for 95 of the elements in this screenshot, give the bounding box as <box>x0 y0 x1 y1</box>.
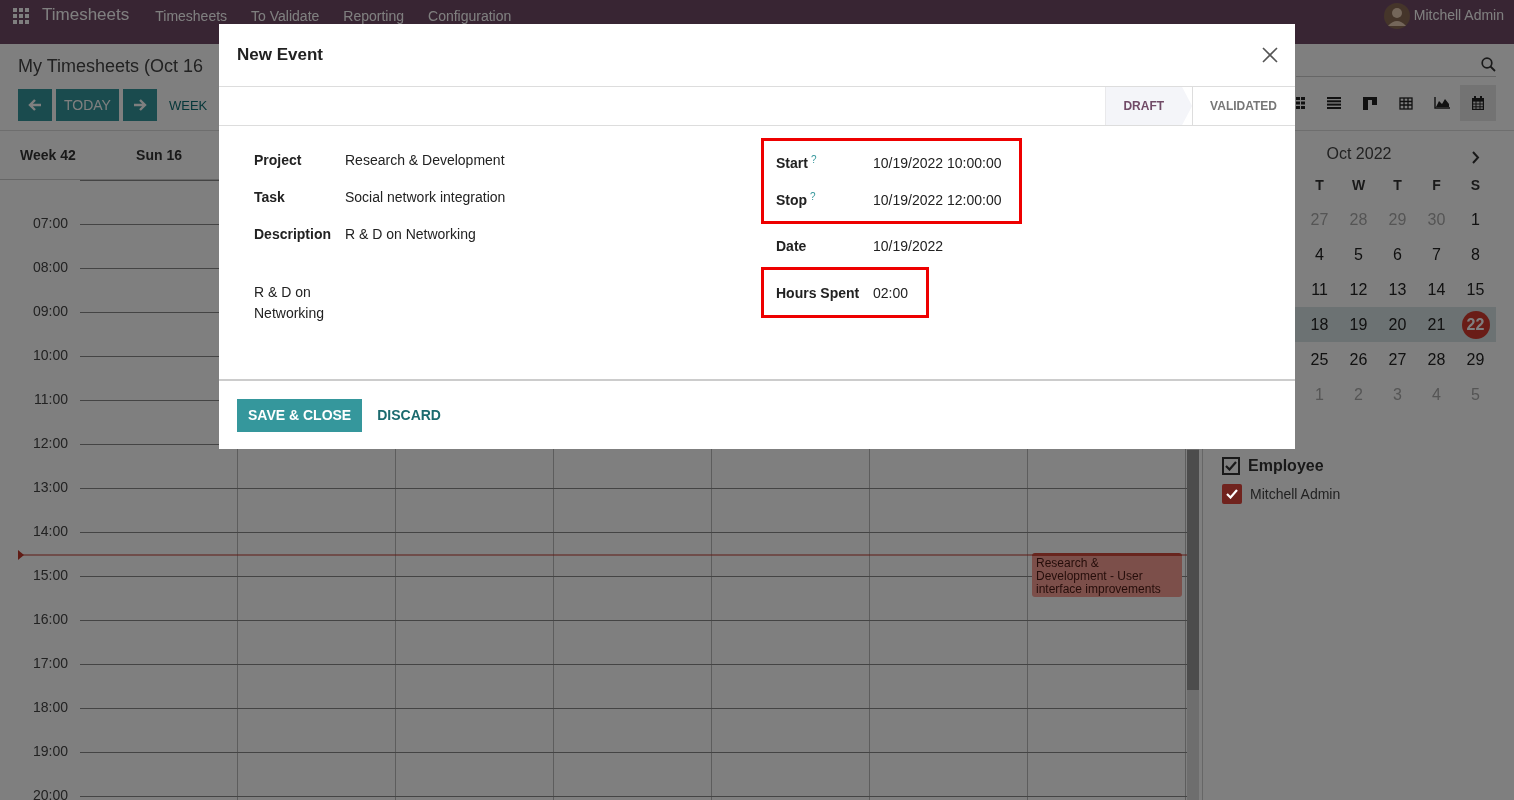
calendar-day[interactable]: 7 <box>1422 240 1451 269</box>
hour-label: 12:00 <box>32 435 68 451</box>
next-month-icon[interactable] <box>1471 151 1480 164</box>
hour-label: 08:00 <box>32 259 68 275</box>
month-title: Oct 2022 <box>1326 145 1392 162</box>
area-chart-icon <box>1434 97 1450 109</box>
weekday-label: W <box>1350 175 1367 195</box>
weekday-label: T <box>1392 175 1403 195</box>
scale-dropdown[interactable]: WEEK <box>164 97 212 113</box>
hour-label: 14:00 <box>32 523 68 539</box>
search-icon[interactable] <box>1481 56 1496 72</box>
hour-label: 15:00 <box>32 567 68 583</box>
calendar-day[interactable]: 6 <box>1383 240 1412 269</box>
weekday-label: T <box>1314 175 1325 195</box>
field-label: Date <box>776 237 807 254</box>
calendar-day[interactable]: 25 <box>1305 345 1334 374</box>
calendar-day[interactable]: 28 <box>1422 345 1451 374</box>
filter-item[interactable]: Mitchell Admin <box>1250 486 1341 502</box>
help-tooltip-mark[interactable]: ? <box>810 154 817 165</box>
page-title: My Timesheets (Oct 16 <box>18 55 205 78</box>
calendar-day[interactable]: 14 <box>1422 275 1451 304</box>
hour-label: 07:00 <box>32 215 68 231</box>
description-text: R & D on Networking <box>254 283 326 323</box>
left-arrow-icon <box>28 98 42 112</box>
day-header: Sun 16 <box>136 147 182 163</box>
calendar-day[interactable]: 12 <box>1344 275 1373 304</box>
calendar-day[interactable]: 19 <box>1344 310 1373 339</box>
dialog-title: New Event <box>237 45 323 65</box>
calendar-day[interactable]: 22 <box>1461 310 1490 339</box>
field-value[interactable]: Research & Development <box>345 151 505 168</box>
menu-item[interactable]: Configuration <box>428 8 512 25</box>
status-stage[interactable]: DRAFT <box>1105 87 1193 125</box>
check-icon <box>1226 489 1238 499</box>
blocks-icon <box>1363 96 1377 110</box>
calendar-day[interactable]: 11 <box>1305 275 1334 304</box>
calendar-icon <box>1471 96 1485 110</box>
calendar-day[interactable]: 15 <box>1461 275 1490 304</box>
field-value[interactable]: 10/19/2022 10:00:00 <box>873 154 1002 171</box>
hour-label: 09:00 <box>32 303 68 319</box>
help-tooltip-mark[interactable]: ? <box>810 191 816 202</box>
hour-label: 11:00 <box>34 391 68 407</box>
field-value[interactable]: 02:00 <box>873 284 909 301</box>
save-button[interactable]: SAVE & CLOSE <box>237 398 363 432</box>
weekday-label: S <box>1469 175 1482 195</box>
week-number: Week 42 <box>20 147 76 163</box>
field-value[interactable]: 10/19/2022 <box>873 237 944 254</box>
avatar-icon[interactable] <box>1383 3 1410 29</box>
calendar-day[interactable]: 18 <box>1305 310 1334 339</box>
apps-menu-icon[interactable] <box>13 8 29 24</box>
list-icon <box>1327 97 1341 109</box>
calendar-day[interactable]: 8 <box>1461 240 1490 269</box>
menu-item[interactable]: To Validate <box>251 8 320 25</box>
hour-label: 20:00 <box>32 787 68 800</box>
today-button[interactable]: TODAY <box>56 89 119 121</box>
field-label: Description <box>254 225 332 242</box>
calendar-day[interactable]: 21 <box>1422 310 1451 339</box>
discard-button[interactable]: DISCARD <box>366 398 452 432</box>
calendar-day[interactable]: 1 <box>1461 205 1490 234</box>
next-button[interactable] <box>122 89 157 121</box>
close-icon[interactable] <box>1262 47 1278 63</box>
field-label: Hours Spent <box>776 284 860 301</box>
field-value[interactable]: Social network integration <box>345 188 506 205</box>
hour-label: 18:00 <box>32 699 68 715</box>
calendar-view-button[interactable] <box>1460 85 1496 121</box>
filter-title: Employee <box>1248 457 1324 475</box>
right-arrow-icon <box>132 98 147 112</box>
field-value[interactable]: 10/19/2022 12:00:00 <box>873 191 1002 208</box>
calendar-day[interactable]: 27 <box>1383 345 1412 374</box>
user-name[interactable]: Mitchell Admin <box>1413 5 1504 25</box>
calendar-day[interactable]: 29 <box>1461 345 1490 374</box>
checkbox[interactable] <box>1222 457 1240 475</box>
menu-item[interactable]: Timesheets <box>155 8 228 25</box>
weekday-label: F <box>1431 175 1442 195</box>
hour-label: 19:00 <box>32 743 68 759</box>
field-value[interactable]: R & D on Networking <box>345 225 476 242</box>
calendar-event[interactable]: Research & Development - User interface improvements <box>1032 553 1182 597</box>
hour-label: 13:00 <box>32 479 68 495</box>
calendar-day[interactable]: 5 <box>1344 240 1373 269</box>
check-icon <box>1225 461 1237 471</box>
hour-label: 17:00 <box>32 655 68 671</box>
table-icon <box>1399 96 1413 110</box>
calendar-day[interactable]: 26 <box>1344 345 1373 374</box>
field-label: Stop <box>776 191 808 208</box>
menu-item[interactable]: Reporting <box>343 8 404 25</box>
app-name[interactable]: Timesheets <box>42 5 130 25</box>
field-label: Task <box>254 188 286 205</box>
hour-label: 10:00 <box>32 347 68 363</box>
field-label: Start <box>776 154 808 171</box>
attendee-checkbox[interactable] <box>1222 484 1242 504</box>
calendar-day[interactable]: 4 <box>1305 240 1334 269</box>
calendar-day[interactable]: 20 <box>1383 310 1412 339</box>
hour-label: 16:00 <box>32 611 68 627</box>
field-label: Project <box>254 151 303 168</box>
calendar-day[interactable]: 13 <box>1383 275 1412 304</box>
previous-button[interactable] <box>18 89 52 121</box>
